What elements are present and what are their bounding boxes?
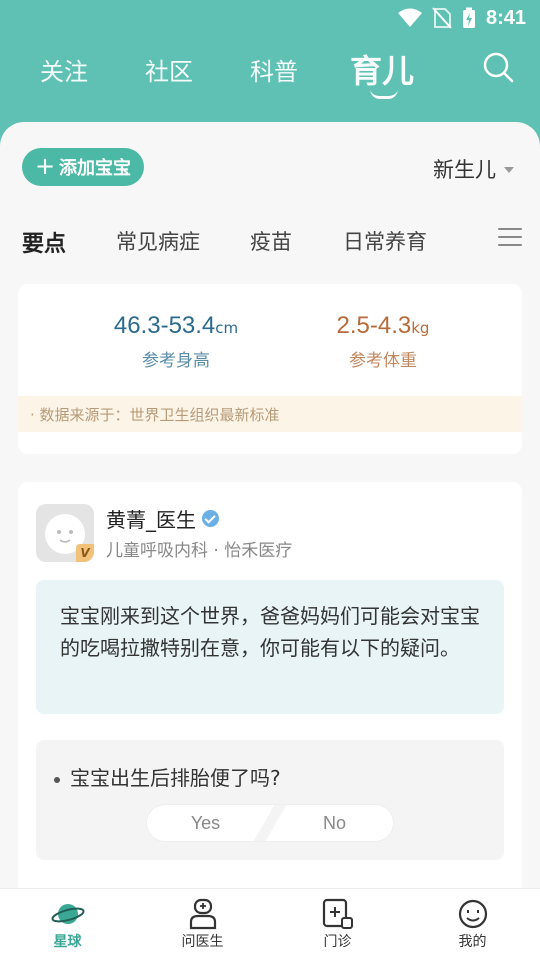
question-text: 宝宝出生后排胎便了吗? bbox=[70, 766, 281, 790]
main-sheet: + 添加宝宝 新生儿 要点 常见病症 疫苗 日常养育 46.3-53.4cm 参… bbox=[0, 122, 540, 960]
bottom-nav-planet[interactable]: 星球 bbox=[0, 889, 135, 960]
add-baby-label: 添加宝宝 bbox=[59, 158, 132, 179]
doctor-name-row[interactable]: 黄菁_医生 bbox=[106, 504, 219, 533]
tab-parenting[interactable]: 育儿 bbox=[350, 46, 414, 92]
bottom-nav-ask-doctor[interactable]: 问医生 bbox=[135, 889, 270, 960]
caret-down-icon bbox=[504, 167, 514, 173]
height-label: 参考身高 bbox=[142, 351, 210, 371]
stage-dropdown[interactable]: 新生儿 bbox=[433, 154, 514, 184]
reference-card: 46.3-53.4cm 参考身高 2.5-4.3kg 参考体重 · 数据来源于：… bbox=[18, 284, 522, 454]
battery-charging-icon bbox=[462, 7, 475, 28]
bottom-nav-profile[interactable]: 我的 bbox=[405, 889, 540, 960]
add-baby-button[interactable]: + 添加宝宝 bbox=[22, 148, 144, 186]
subtab-common-illness[interactable]: 常见病症 bbox=[116, 226, 200, 256]
bottom-nav-profile-label: 我的 bbox=[458, 934, 487, 950]
subtab-daily-care[interactable]: 日常养育 bbox=[343, 226, 427, 256]
stage-label: 新生儿 bbox=[433, 158, 496, 182]
doctor-icon bbox=[189, 898, 216, 930]
doctor-message: 宝宝刚来到这个世界，爸爸妈妈们可能会对宝宝的吃喝拉撒特别在意，你可能有以下的疑问… bbox=[36, 580, 504, 714]
verified-check-icon bbox=[202, 510, 219, 527]
bottom-nav-planet-label: 星球 bbox=[53, 934, 82, 950]
search-icon[interactable] bbox=[481, 50, 515, 84]
subtab-key-points[interactable]: 要点 bbox=[22, 226, 66, 258]
doctor-card: V 黄菁_医生 儿童呼吸内科 · 怡禾医疗 宝宝刚来到这个世界，爸爸妈妈们可能会… bbox=[18, 482, 522, 902]
wifi-icon bbox=[397, 8, 422, 27]
planet-icon bbox=[50, 904, 85, 924]
bottom-nav-clinic[interactable]: 门诊 bbox=[270, 889, 405, 960]
clinic-icon bbox=[322, 898, 353, 929]
subtab-vaccine[interactable]: 疫苗 bbox=[250, 226, 292, 256]
top-nav: 关注 社区 科普 育儿 bbox=[0, 36, 540, 116]
profile-smile-icon bbox=[458, 899, 487, 929]
active-tab-indicator bbox=[370, 89, 398, 99]
height-unit: cm bbox=[215, 319, 239, 337]
doctor-department: 儿童呼吸内科 · 怡禾医疗 bbox=[106, 541, 293, 561]
question-row: 宝宝出生后排胎便了吗? bbox=[54, 762, 281, 791]
question-box: 宝宝出生后排胎便了吗? Yes No bbox=[36, 740, 504, 860]
bottom-nav-clinic-label: 门诊 bbox=[323, 934, 352, 950]
status-bar: 8:41 bbox=[0, 0, 540, 36]
verified-v-badge: V bbox=[76, 544, 94, 562]
tab-follow[interactable]: 关注 bbox=[40, 52, 88, 87]
doctor-avatar[interactable]: V bbox=[36, 504, 94, 562]
yes-no-toggle: Yes No bbox=[146, 804, 394, 842]
weight-label: 参考体重 bbox=[349, 351, 417, 371]
no-button[interactable]: No bbox=[276, 805, 393, 841]
height-value: 46.3-53.4 bbox=[113, 312, 216, 339]
doctor-name: 黄菁_医生 bbox=[106, 508, 196, 532]
weight-value: 2.5-4.3 bbox=[336, 312, 412, 339]
status-time: 8:41 bbox=[485, 6, 526, 29]
bullet-icon bbox=[54, 776, 60, 783]
weight-metric: 2.5-4.3kg 参考体重 bbox=[318, 312, 448, 371]
height-metric: 46.3-53.4cm 参考身高 bbox=[106, 312, 246, 371]
yes-button[interactable]: Yes bbox=[147, 805, 264, 841]
tab-science[interactable]: 科普 bbox=[250, 52, 298, 87]
menu-icon[interactable] bbox=[498, 228, 522, 248]
tab-community[interactable]: 社区 bbox=[145, 52, 193, 87]
bottom-nav-ask-doctor-label: 问医生 bbox=[181, 934, 224, 950]
data-source-note: · 数据来源于：世界卫生组织最新标准 bbox=[18, 396, 522, 432]
plus-icon: + bbox=[34, 152, 56, 180]
weight-unit: kg bbox=[411, 319, 430, 337]
no-sim-icon bbox=[432, 7, 452, 29]
bottom-nav: 星球 问医生 门诊 我的 bbox=[0, 888, 540, 960]
sub-tabs: 要点 常见病症 疫苗 日常养育 bbox=[0, 222, 540, 262]
